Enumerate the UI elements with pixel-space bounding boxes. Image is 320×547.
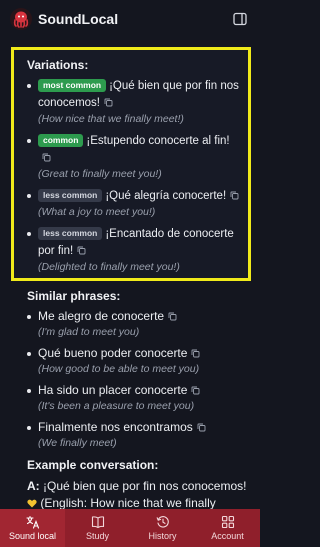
nav-label: Study (85, 530, 109, 541)
copy-icon[interactable] (42, 153, 51, 162)
example-line: A: ¡Qué bien que por fin nos conocemos! … (27, 479, 247, 509)
grid-icon (221, 515, 234, 528)
variation-item: most common ¡Qué bien que por fin nos con… (27, 78, 241, 127)
example-conversation-section: Example conversation: A: ¡Qué bien que p… (27, 458, 249, 509)
octopus-logo-icon (10, 8, 32, 30)
variation-item: common ¡Estupendo conocerte al fin! (Grea… (27, 133, 241, 182)
similar-phrase: Finalmente nos encontramos (38, 420, 193, 434)
nav-label: History (148, 530, 177, 541)
copy-icon[interactable] (191, 386, 200, 395)
variations-panel: Variations: most common ¡Qué bien que por… (11, 47, 251, 281)
example-translation: (English: How nice that we finally (40, 496, 216, 509)
speaker-label: A (27, 479, 36, 493)
main-content: Variations: most common ¡Qué bien que por… (0, 38, 260, 509)
variation-translation: (Delighted to finally meet you!) (38, 261, 180, 273)
nav-item-study[interactable]: Study (65, 509, 130, 547)
app-title: SoundLocal (38, 11, 119, 27)
frequency-badge: most common (38, 79, 107, 92)
similar-phrase-item: Ha sido un placer conocerte (It's been a… (27, 382, 249, 414)
frequency-badge: less common (38, 189, 103, 202)
similar-translation: (I'm glad to meet you) (38, 326, 140, 338)
heart-icon (27, 499, 37, 508)
copy-icon[interactable] (168, 312, 177, 321)
variation-phrase: ¡Qué alegría conocerte! (105, 190, 227, 202)
variation-phrase: ¡Estupendo conocerte al fin! (86, 135, 230, 147)
similar-translation: (It's been a pleasure to meet you) (38, 400, 195, 412)
copy-icon[interactable] (77, 246, 86, 255)
nav-label: Sound local (8, 530, 57, 541)
bullet (27, 139, 31, 143)
nav-item-sound-local[interactable]: Sound local (0, 509, 65, 547)
copy-icon[interactable] (191, 349, 200, 358)
bullet (27, 389, 31, 393)
book-icon (91, 515, 104, 528)
similar-phrase: Qué bueno poder conocerte (38, 346, 188, 360)
variation-item: less common ¡Encantado de conocerte por f… (27, 226, 241, 275)
similar-phrase: Me alegro de conocerte (38, 309, 165, 323)
similar-phrases-section: Similar phrases: Me alegro de conocerte … (27, 289, 249, 451)
variations-title: Variations: (27, 58, 89, 72)
similar-phrases-title: Similar phrases: (27, 289, 121, 303)
similar-translation: (We finally meet) (38, 437, 117, 449)
history-icon (156, 515, 169, 528)
nav-item-history[interactable]: History (130, 509, 195, 547)
bullet (27, 315, 31, 319)
copy-icon[interactable] (230, 191, 239, 200)
nav-label: Account (211, 530, 244, 541)
variation-translation: (Great to finally meet you!) (38, 168, 162, 180)
sidebar-toggle-button[interactable] (230, 9, 250, 29)
bullet (27, 232, 31, 236)
app-root: SoundLocal Variations: most common ¡Qué b… (0, 0, 260, 547)
bullet (27, 194, 31, 198)
similar-phrase-item: Me alegro de conocerte (I'm glad to meet… (27, 308, 249, 340)
example-phrase: ¡Qué bien que por fin nos conocemos! (43, 479, 247, 493)
similar-phrase-item: Finalmente nos encontramos (We finally m… (27, 419, 249, 451)
bullet (27, 426, 31, 430)
nav-item-account[interactable]: Account (195, 509, 260, 547)
variation-translation: (What a joy to meet you!) (38, 206, 156, 218)
variation-translation: (How nice that we finally meet!) (38, 113, 184, 125)
copy-icon[interactable] (104, 98, 113, 107)
panel-icon (233, 12, 247, 26)
app-header: SoundLocal (0, 0, 260, 38)
example-conversation-title: Example conversation: (27, 458, 159, 472)
variation-item: less common ¡Qué alegría conocerte! (What… (27, 188, 241, 220)
bottom-nav: Sound local Study History Account (0, 509, 260, 547)
bullet (27, 84, 31, 88)
translate-icon (25, 515, 39, 529)
frequency-badge: less common (38, 227, 103, 240)
frequency-badge: common (38, 134, 84, 147)
copy-icon[interactable] (197, 423, 206, 432)
similar-translation: (How good to be able to meet you) (38, 363, 200, 375)
bullet (27, 352, 31, 356)
similar-phrase-item: Qué bueno poder conocerte (How good to b… (27, 345, 249, 377)
similar-phrase: Ha sido un placer conocerte (38, 383, 188, 397)
